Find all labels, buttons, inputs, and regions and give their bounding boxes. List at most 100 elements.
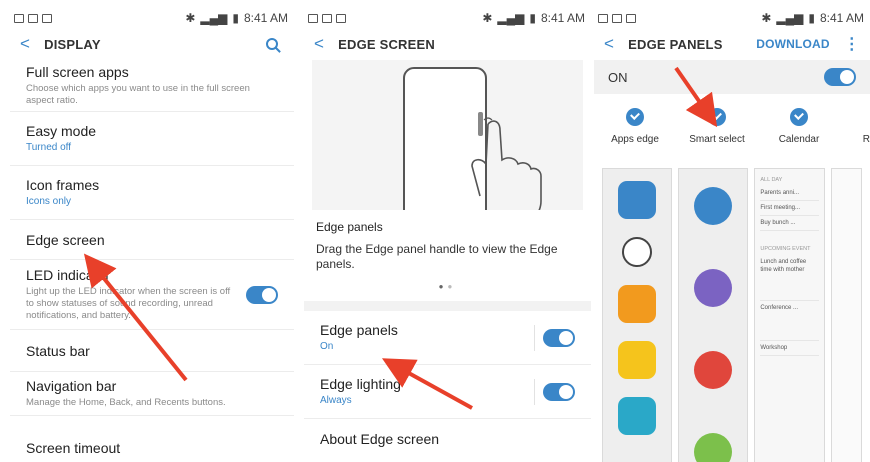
page-indicator: ●● [438,282,457,291]
item-subtitle: On [320,341,334,352]
item-title: Edge panels [320,322,398,338]
folder-icon [618,285,657,323]
calendar-event: Workshop [760,341,819,356]
item-subtitle: Always [320,395,352,406]
download-button[interactable]: DOWNLOAD [756,37,830,51]
notification-icon [308,13,318,23]
page-title: DISPLAY [44,36,101,52]
settings-item-edge-screen[interactable]: Edge screen [10,220,294,260]
edge-panels-info-card: Edge panels Drag the Edge panel handle t… [304,210,591,301]
battery-icon: ▮ [808,11,815,25]
item-title: About Edge screen [320,431,440,447]
setting-edge-lighting[interactable]: Edge lighting Always [304,365,591,419]
signal-icon: ▂▄▆ [200,11,228,25]
notification-icon [14,13,24,23]
notification-icon [598,13,608,23]
item-title: Edge screen [26,231,105,248]
partial-panel-preview[interactable] [830,168,862,462]
calendar-event: Conference ... [760,301,819,341]
panel-option-apps-edge[interactable]: Apps edge [594,108,676,160]
calendar-event: Lunch and coffee time with mother [760,255,819,301]
calendar-item: First meeting... [760,201,819,216]
notification-icon [28,13,38,23]
panel-option-smart-select[interactable]: Smart select [676,108,758,160]
item-subtitle: Light up the LED indicator when the scre… [26,286,231,321]
image-icon [336,13,346,23]
card-title: Edge panels [316,220,383,234]
notification-icon [322,13,332,23]
clock: 8:41 AM [243,11,288,25]
animation-select-icon [694,351,733,389]
panel-label: Apps edge [611,134,659,145]
settings-item-icon-frames[interactable]: Icon frames Icons only [10,166,294,220]
divider [534,378,535,405]
item-title: LED indicator [26,267,111,283]
bluetooth-icon: ✱ [185,11,196,25]
bluetooth-icon: ✱ [761,11,772,25]
item-title: Edge lighting [320,376,401,392]
settings-item-navigation-bar[interactable]: Navigation bar Manage the Home, Back, and… [10,372,294,416]
panel-option-calendar[interactable]: Calendar [758,108,840,160]
item-title: Full screen apps [26,64,129,80]
calendar-item: Parents anni... [760,186,819,201]
app-icon [618,397,657,435]
phone-hand-illustration [403,67,542,229]
item-title: Status bar [26,342,90,359]
back-arrow-icon[interactable]: < [20,34,30,54]
display-screen: ✱ ▂▄▆ ▮ 8:41 AM < DISPLAY Full screen apps C… [10,8,294,462]
item-subtitle: Turned off [26,142,72,153]
card-description: Drag the Edge panel handle to view the E… [316,242,558,271]
page-title: EDGE PANELS [628,36,723,52]
clock: 8:41 AM [819,11,864,25]
item-title: Navigation bar [26,378,117,394]
setting-about-edge-screen[interactable]: About Edge screen [304,419,591,459]
settings-item-status-bar[interactable]: Status bar [10,330,294,372]
status-bar: ✱ ▂▄▆ ▮ 8:41 AM [10,8,294,28]
battery-icon: ▮ [232,11,239,25]
item-subtitle: Choose which apps you want to use in the… [26,83,250,106]
divider [534,324,535,351]
item-subtitle: Manage the Home, Back, and Recents butto… [26,397,226,408]
search-icon[interactable] [266,38,278,50]
calendar-item: Buy bunch ... [760,216,819,231]
clock: 8:41 AM [540,11,585,25]
back-arrow-icon[interactable]: < [604,34,614,54]
pin-select-icon [694,433,733,462]
item-title: Easy mode [26,123,97,139]
panel-option-partial[interactable]: R [840,108,870,160]
led-indicator-toggle[interactable] [246,285,278,304]
settings-item-easy-mode[interactable]: Easy mode Turned off [10,112,294,166]
image-icon [42,13,52,23]
edge-panels-screen: ✱ ▂▄▆ ▮ 8:41 AM < EDGE PANELS DOWNLOAD ⋮ ON… [594,8,870,462]
clock-icon [622,237,653,267]
app-bar: < EDGE PANELS DOWNLOAD ⋮ [594,28,870,60]
panel-label: Calendar [778,134,820,145]
edge-panels-toggle[interactable] [543,328,575,347]
edge-lighting-toggle[interactable] [543,382,575,401]
item-title: Screen timeout [26,440,121,456]
smart-select-preview[interactable] [678,168,749,462]
notification-icon [612,13,622,23]
panel-label: Smart select [689,134,745,145]
setting-edge-panels[interactable]: Edge panels On [304,311,591,365]
section-header: ALL DAY [760,177,783,183]
settings-item-led-indicator[interactable]: LED indicator Light up the LED indicator … [10,260,294,330]
settings-item-screen-timeout[interactable]: Screen timeout [10,416,294,456]
edge-panels-master-toggle[interactable] [824,68,856,86]
apps-edge-preview[interactable] [602,168,673,462]
settings-item-full-screen-apps[interactable]: Full screen apps Choose which apps you wa… [10,60,294,112]
edge-screen-screen: ✱ ▂▄▆ ▮ 8:41 AM < EDGE SCREEN Edge panels D… [304,8,591,462]
master-switch-bar[interactable]: ON [594,60,870,94]
section-divider [304,301,591,311]
battery-icon: ▮ [529,11,536,25]
app-bar: < DISPLAY [10,28,294,60]
panel-selection-row: Apps edge Smart select Calendar R [594,94,870,160]
status-bar: ✱ ▂▄▆ ▮ 8:41 AM [594,8,870,28]
calendar-preview[interactable]: ALL DAY Parents anni... First meeting...… [754,168,825,462]
calendar-content: ALL DAY Parents anni... First meeting...… [755,169,823,359]
panel-label: R [862,134,870,145]
bluetooth-icon: ✱ [482,11,493,25]
gallery-icon [618,341,657,379]
more-options-icon[interactable]: ⋮ [844,34,860,54]
back-arrow-icon[interactable]: < [314,34,324,54]
